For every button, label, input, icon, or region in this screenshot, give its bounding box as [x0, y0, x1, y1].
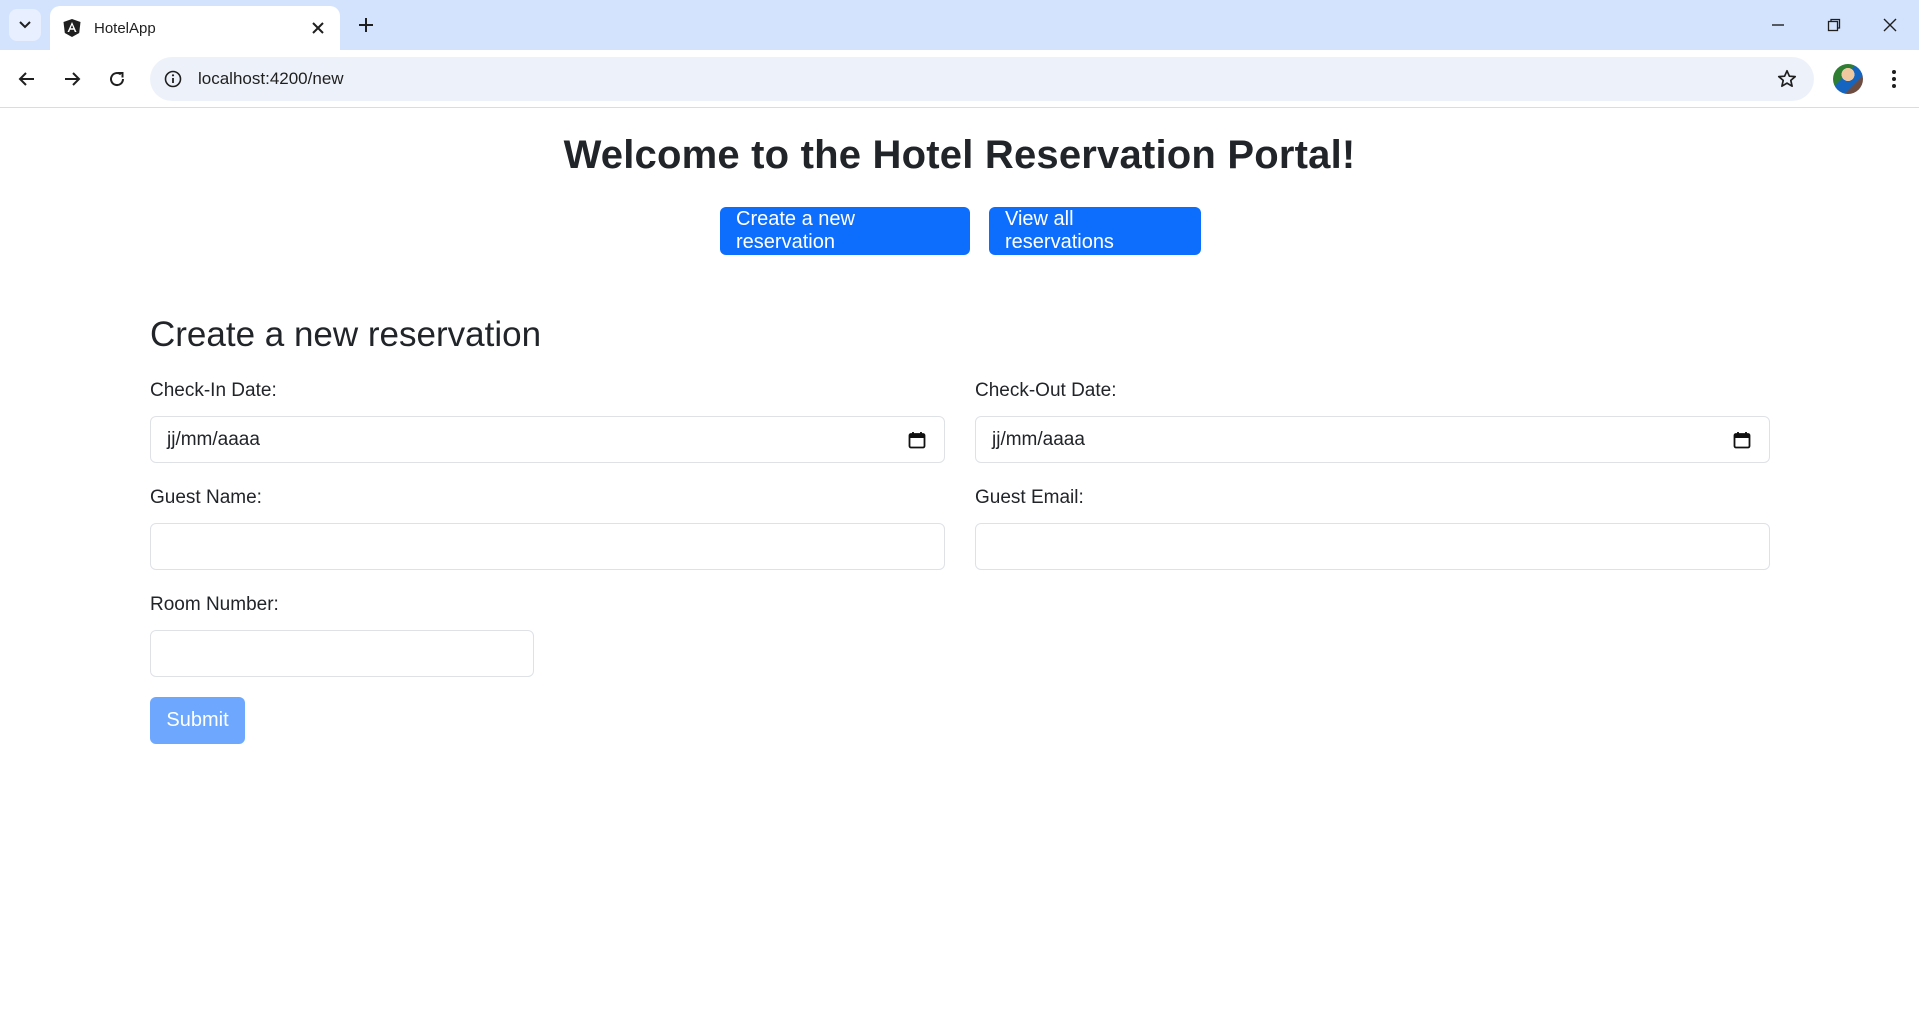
browser-toolbar: localhost:4200/new [0, 50, 1919, 108]
reload-icon [110, 72, 125, 87]
angular-logo-icon [62, 18, 82, 38]
restore-icon [1827, 18, 1841, 32]
check-in-date-input[interactable]: jj/mm/aaaa [150, 416, 945, 463]
chevron-down-icon [19, 21, 31, 29]
check-in-label: Check-In Date: [150, 380, 277, 401]
form-title: Create a new reservation [150, 315, 542, 354]
restore-button[interactable] [1806, 0, 1862, 50]
reload-button[interactable] [99, 61, 135, 97]
browser-tab[interactable]: HotelApp [50, 6, 340, 50]
more-vert-icon [1892, 70, 1896, 88]
calendar-icon[interactable] [1731, 429, 1753, 451]
new-tab-button[interactable] [350, 9, 382, 41]
close-icon [312, 22, 324, 34]
back-button[interactable] [9, 61, 45, 97]
page-content: Welcome to the Hotel Reservation Portal!… [0, 109, 1919, 1010]
tab-close-button[interactable] [304, 14, 332, 42]
address-bar[interactable]: localhost:4200/new [150, 57, 1814, 101]
minimize-icon [1772, 24, 1784, 26]
tab-search-button[interactable] [9, 9, 41, 41]
minimize-button[interactable] [1750, 0, 1806, 50]
check-out-date-value: jj/mm/aaaa [992, 428, 1085, 450]
check-out-label: Check-Out Date: [975, 380, 1117, 401]
check-in-date-value: jj/mm/aaaa [167, 428, 260, 450]
guest-email-label: Guest Email: [975, 487, 1084, 508]
forward-icon [65, 72, 81, 86]
guest-name-input[interactable] [150, 523, 945, 570]
tab-title: HotelApp [94, 19, 156, 37]
calendar-icon[interactable] [906, 429, 928, 451]
guest-name-label: Guest Name: [150, 487, 262, 508]
star-icon [1777, 69, 1797, 88]
forward-button[interactable] [54, 61, 90, 97]
view-reservations-button[interactable]: View all reservations [989, 207, 1201, 255]
submit-button[interactable]: Submit [150, 697, 245, 744]
browser-menu-button[interactable] [1876, 61, 1912, 97]
profile-avatar[interactable] [1833, 64, 1863, 94]
check-out-date-input[interactable]: jj/mm/aaaa [975, 416, 1770, 463]
room-number-input[interactable] [150, 630, 534, 677]
page-title: Welcome to the Hotel Reservation Portal! [563, 133, 1356, 177]
close-icon [1883, 18, 1897, 32]
info-icon[interactable] [162, 68, 184, 90]
plus-icon [359, 18, 373, 32]
room-number-label: Room Number: [150, 594, 279, 615]
back-icon [18, 72, 34, 86]
close-window-button[interactable] [1862, 0, 1918, 50]
guest-email-input[interactable] [975, 523, 1770, 570]
bookmark-star-button[interactable] [1772, 64, 1802, 94]
url-text[interactable]: localhost:4200/new [198, 69, 1772, 89]
tab-strip: HotelApp [0, 0, 1919, 50]
create-reservation-button[interactable]: Create a new reservation [720, 207, 970, 255]
